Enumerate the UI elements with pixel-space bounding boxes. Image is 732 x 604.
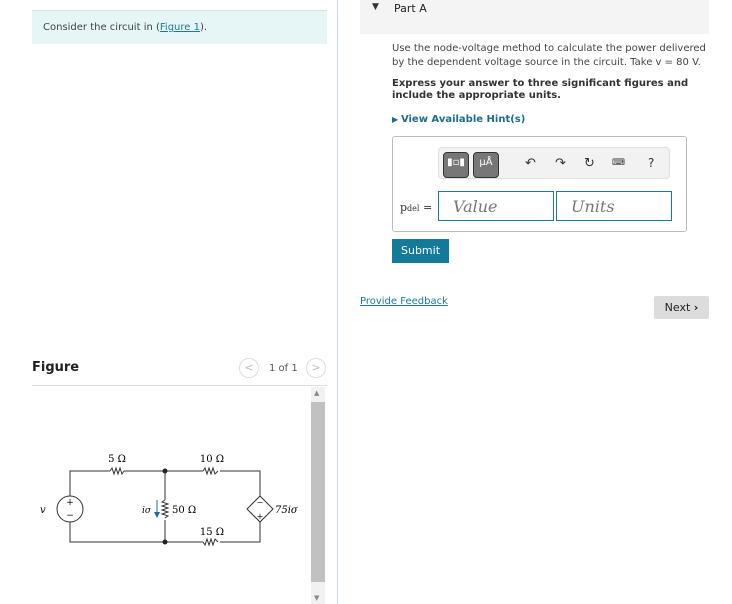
equals-sign: = [422, 201, 433, 214]
view-hints-link[interactable]: ▶ View Available Hint(s) [392, 114, 525, 125]
answer-subscript: del [407, 204, 420, 213]
redo-icon[interactable]: ↷ [555, 156, 566, 171]
resistor-50 [160, 499, 170, 519]
value-input[interactable]: Value [438, 191, 554, 221]
intro-text: Consider the circuit in [43, 22, 156, 33]
collapse-triangle-icon[interactable]: ▼ [372, 2, 379, 12]
reset-icon[interactable]: ↻ [584, 156, 595, 171]
next-label: Next [664, 301, 691, 314]
resistor-10 [202, 466, 219, 476]
scroll-thumb[interactable] [311, 402, 325, 582]
label-75io: 75iσ [275, 505, 299, 516]
scroll-down-icon[interactable]: ▼ [314, 594, 319, 602]
undo-icon[interactable]: ↶ [525, 156, 536, 171]
prev-figure-button[interactable]: < [239, 358, 259, 378]
label-io: iσ [142, 506, 152, 516]
help-button[interactable]: ? [648, 156, 654, 170]
circuit-diagram: + − − + 5 Ω 10 Ω 50 Ω 15 Ω v iσ 75iσ [40, 454, 299, 547]
figure-link[interactable]: Figure 1 [160, 22, 200, 33]
figure-pager: 1 of 1 [269, 363, 298, 374]
svg-text:−: − [257, 498, 264, 507]
chevron-right-icon: › [693, 301, 699, 314]
expand-triangle-icon: ▶ [392, 115, 401, 124]
figure-header: Figure < 1 of 1 > [32, 358, 327, 386]
resistor-15 [202, 537, 219, 547]
units-input[interactable]: Units [556, 191, 672, 221]
units-button[interactable]: μÅ [473, 152, 499, 178]
part-a-header[interactable]: ▼ Part A [360, 0, 709, 34]
problem-intro: Consider the circuit in (Figure 1). [32, 10, 327, 44]
keyboard-icon[interactable]: ⌨ [612, 158, 625, 168]
svg-text:+: + [257, 512, 264, 521]
svg-text:+: + [66, 498, 74, 508]
next-figure-button[interactable]: > [306, 358, 326, 378]
question-text: Use the node-voltage method to calculate… [392, 43, 706, 68]
equation-toolbar: ▮▫▮ μÅ ↶ ↷ ↻ ⌨ ? [438, 147, 670, 179]
label-50ohm: 50 Ω [172, 505, 196, 516]
intro-after: ). [199, 22, 208, 33]
next-button[interactable]: Next › [654, 296, 709, 319]
scroll-up-icon[interactable]: ▲ [314, 389, 319, 397]
label-10ohm: 10 Ω [200, 454, 224, 465]
figure-title: Figure [32, 360, 80, 375]
answer-symbol: p [400, 201, 408, 214]
figure-scrollbar[interactable]: ▲ ▼ [311, 387, 325, 604]
hint-label: View Available Hint(s) [400, 114, 526, 125]
panel-divider[interactable] [337, 0, 338, 604]
svg-text:−: − [66, 511, 74, 521]
submit-button[interactable]: Submit [392, 239, 449, 263]
templates-button[interactable]: ▮▫▮ [443, 152, 469, 178]
answer-label: pdel = [400, 201, 432, 214]
part-title: Part A [394, 2, 427, 15]
label-v: v [40, 505, 46, 516]
label-15ohm: 15 Ω [200, 527, 224, 538]
templates-icon: ▮▫▮ [447, 157, 465, 168]
instructions-text: Express your answer to three significant… [392, 78, 689, 101]
provide-feedback-link[interactable]: Provide Feedback [360, 296, 448, 307]
label-5ohm: 5 Ω [108, 454, 126, 465]
resistor-5 [109, 466, 125, 476]
